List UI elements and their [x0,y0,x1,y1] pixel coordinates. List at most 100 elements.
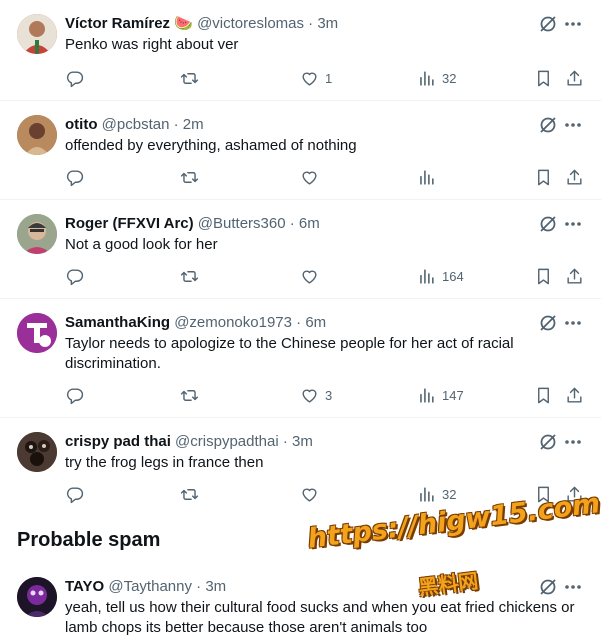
more-icon[interactable] [562,213,584,235]
tweet-text: offended by everything, ashamed of nothi… [65,137,357,154]
retweet-icon [180,171,199,183]
views-icon [420,70,434,86]
handle[interactable]: @pcbstan [102,116,170,133]
display-name[interactable]: Víctor Ramírez [65,15,170,32]
action-bar: 3 147 [65,385,585,405]
tweet[interactable]: Víctor Ramírez 🍉 @victoreslomas · 3m Pen… [0,0,601,101]
avatar[interactable] [17,115,57,155]
action-bar: 1 32 [65,68,585,88]
share-button[interactable] [565,266,584,286]
like-count: 3 [325,387,333,403]
share-button[interactable] [565,385,584,405]
grok-icon[interactable] [537,431,559,453]
bookmark-icon [538,486,549,502]
handle[interactable]: @Taythanny [108,578,192,595]
tweet-text: try the frog legs in france then [65,454,264,471]
reply-icon [66,486,84,503]
share-icon [567,70,582,86]
tweet[interactable]: otito @pcbstan · 2m offended by everythi… [0,101,601,200]
retweet-button[interactable] [180,68,199,88]
more-icon[interactable] [562,114,584,136]
display-name[interactable]: SamanthaKing [65,314,170,331]
reply-button[interactable] [65,484,84,504]
like-button[interactable] [300,167,325,187]
retweet-button[interactable] [180,484,199,504]
display-name[interactable]: crispy pad thai [65,433,171,450]
views-button[interactable]: 32 [417,68,456,88]
heart-icon [302,389,317,403]
separator-dot: · [173,116,179,133]
tweet[interactable]: SamanthaKing @zemonoko1973 · 6m Taylor n… [0,299,601,418]
share-button[interactable] [565,484,584,504]
grok-icon[interactable] [537,312,559,334]
grok-icon[interactable] [537,213,559,235]
more-icon[interactable] [562,576,584,598]
tweet[interactable]: TAYO @Taythanny · 3m yeah, tell us how t… [0,563,601,642]
handle[interactable]: @zemonoko1973 [174,314,292,331]
timestamp[interactable]: 2m [183,116,204,133]
views-button[interactable] [417,167,442,187]
handle[interactable]: @Butters360 [198,215,286,232]
tweet-text: Penko was right about ver [65,36,239,53]
like-button[interactable] [300,484,325,504]
handle[interactable]: @victoreslomas [197,15,304,32]
like-count: 1 [325,70,333,86]
display-name[interactable]: Roger (FFXVI Arc) [65,215,194,232]
grok-icon[interactable] [537,13,559,35]
share-button[interactable] [565,68,584,88]
avatar[interactable] [17,313,57,353]
more-icon[interactable] [562,431,584,453]
retweet-button[interactable] [180,266,199,286]
bookmark-button[interactable] [534,484,553,504]
bookmark-button[interactable] [534,68,553,88]
avatar[interactable] [17,577,57,617]
bookmark-button[interactable] [534,266,553,286]
retweet-icon [180,72,199,84]
grok-icon[interactable] [537,576,559,598]
timestamp[interactable]: 6m [299,215,320,232]
grok-icon[interactable] [537,114,559,136]
like-button[interactable] [300,266,325,286]
avatar[interactable] [17,432,57,472]
avatar[interactable] [17,14,57,54]
separator-dot: · [282,433,288,450]
like-button[interactable]: 3 [300,385,332,405]
reply-button[interactable] [65,266,84,286]
views-button[interactable]: 32 [417,484,456,504]
views-icon [420,486,434,502]
tweet[interactable]: crispy pad thai @crispypadthai · 3m try … [0,418,601,514]
more-icon[interactable] [562,13,584,35]
retweet-icon [180,488,199,500]
action-bar: 32 [65,484,585,504]
avatar[interactable] [17,214,57,254]
timestamp[interactable]: 3m [292,433,313,450]
retweet-button[interactable] [180,385,199,405]
heart-icon [302,270,317,284]
views-button[interactable]: 147 [417,385,464,405]
reply-button[interactable] [65,167,84,187]
timestamp[interactable]: 3m [205,578,226,595]
timestamp[interactable]: 3m [317,15,338,32]
separator-dot: · [289,215,295,232]
reply-icon [66,387,84,404]
bookmark-button[interactable] [534,167,553,187]
reply-button[interactable] [65,385,84,405]
display-name[interactable]: otito [65,116,97,133]
reply-button[interactable] [65,68,84,88]
retweet-button[interactable] [180,167,199,187]
views-icon [420,169,434,185]
handle[interactable]: @crispypadthai [175,433,279,450]
display-name[interactable]: TAYO [65,578,104,595]
timestamp[interactable]: 6m [305,314,326,331]
tweet-text: Not a good look for her [65,236,218,253]
share-button[interactable] [565,167,584,187]
tweet[interactable]: Roger (FFXVI Arc) @Butters360 · 6m Not a… [0,200,601,299]
views-button[interactable]: 164 [417,266,464,286]
bookmark-button[interactable] [534,385,553,405]
like-button[interactable]: 1 [300,68,332,88]
more-icon[interactable] [562,312,584,334]
bookmark-icon [538,268,549,284]
tweet-header: TAYO @Taythanny · 3m [65,577,226,597]
separator-dot: · [196,578,202,595]
views-icon [420,387,434,403]
